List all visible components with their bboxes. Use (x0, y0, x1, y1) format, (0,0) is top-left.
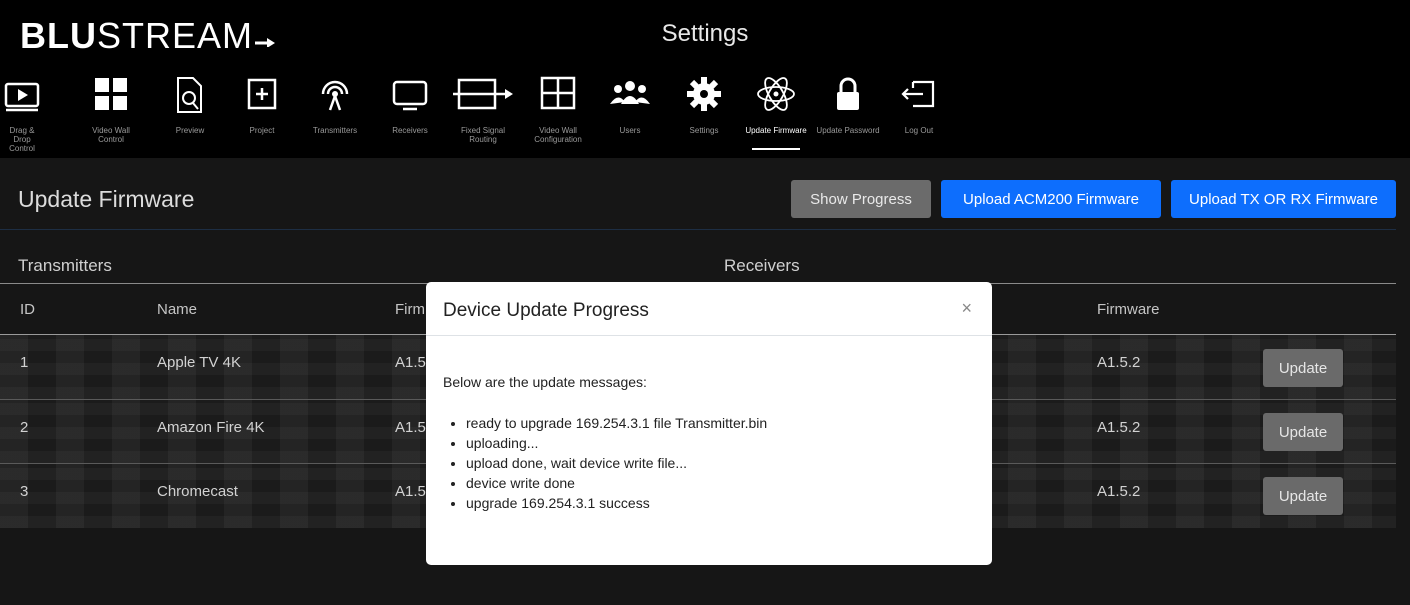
update-message: upgrade 169.254.3.1 success (466, 493, 767, 513)
nav-item-update-password[interactable]: Update Password (816, 70, 880, 158)
nav-item-update-firmware[interactable]: Update Firmware (744, 70, 808, 158)
grid-window-icon (538, 74, 578, 121)
update-message: uploading... (466, 433, 767, 453)
lock-icon (830, 74, 866, 121)
rx-firmware-cell: A1.5.2 (1097, 354, 1141, 371)
rx-firmware-cell: A1.5.2 (1097, 483, 1141, 500)
monitor-icon (390, 74, 430, 121)
column-header-rx-firmware: Firmware (1097, 301, 1160, 318)
nav-label: Update Password (816, 126, 880, 135)
column-header-id: ID (20, 301, 35, 318)
nav-item-settings[interactable]: Settings (676, 70, 732, 158)
nav-label: Update Firmware (745, 126, 807, 135)
update-message: device write done (466, 473, 767, 493)
nav-item-video-wall-control[interactable]: Video Wall Control (86, 70, 136, 158)
tx-name-cell: Apple TV 4K (157, 354, 241, 371)
logout-icon (899, 74, 939, 121)
document-search-icon (173, 74, 207, 121)
modal-divider (426, 335, 992, 336)
tx-firmware-cell: A1.5 (395, 483, 426, 500)
tx-id-cell: 2 (20, 419, 29, 436)
nav-item-project[interactable]: Project (238, 70, 286, 158)
nav-item-video-wall-configuration[interactable]: Video Wall Configuration (520, 70, 596, 158)
gear-icon (684, 74, 724, 121)
update-message: ready to upgrade 169.254.3.1 file Transm… (466, 413, 767, 433)
nav-item-receivers[interactable]: Receivers (380, 70, 440, 158)
nav-item-transmitters[interactable]: Transmitters (300, 70, 370, 158)
nav-label: Users (619, 126, 641, 135)
nav-item-users[interactable]: Users (600, 70, 660, 158)
receivers-title: Receivers (724, 256, 800, 275)
page-heading: Settings (661, 20, 749, 47)
tx-id-cell: 1 (20, 354, 29, 371)
update-message: upload done, wait device write file... (466, 453, 767, 473)
nav-label: Log Out (904, 126, 934, 135)
plus-box-icon (244, 74, 280, 121)
tx-firmware-cell: A1.5 (395, 354, 426, 371)
video-wall-grid-icon (91, 74, 131, 121)
modal-intro-text: Below are the update messages: (443, 374, 647, 390)
nav-item-log-out[interactable]: Log Out (894, 70, 944, 158)
page-title: Update Firmware (18, 186, 195, 212)
main-nav: Drag & Drop Control Video Wall Control P… (0, 70, 960, 158)
upload-tx-rx-firmware-button[interactable]: Upload TX OR RX Firmware (1171, 180, 1396, 218)
nav-label: Drag & Drop Control (9, 126, 35, 153)
atom-icon (754, 74, 798, 123)
top-bar: BLU STREAM Settings Drag & Drop Control V… (0, 0, 1410, 158)
nav-label: Video Wall Configuration (534, 126, 582, 144)
play-screen-icon (3, 74, 41, 119)
nav-item-drag-drop-control[interactable]: Drag & Drop Control (0, 70, 44, 158)
tx-firmware-cell: A1.5 (395, 419, 426, 436)
update-messages-list: ready to upgrade 169.254.3.1 file Transm… (466, 413, 767, 513)
column-header-name: Name (157, 301, 198, 318)
routing-arrow-icon (451, 74, 515, 121)
nav-label: Preview (175, 126, 205, 135)
nav-label: Settings (689, 126, 719, 135)
update-button[interactable]: Update (1263, 413, 1343, 451)
modal-title: Device Update Progress (443, 300, 649, 321)
nav-item-preview[interactable]: Preview (165, 70, 215, 158)
rx-firmware-cell: A1.5.2 (1097, 419, 1141, 436)
update-button[interactable]: Update (1263, 349, 1343, 387)
transmitters-title: Transmitters (18, 256, 112, 275)
update-button[interactable]: Update (1263, 477, 1343, 515)
nav-label: Transmitters (312, 126, 358, 135)
tx-name-cell: Amazon Fire 4K (157, 419, 265, 436)
tx-id-cell: 3 (20, 483, 29, 500)
users-icon (607, 74, 653, 121)
tx-name-cell: Chromecast (157, 483, 238, 500)
active-indicator (752, 148, 800, 150)
nav-label: Video Wall Control (92, 126, 130, 144)
nav-item-fixed-signal-routing[interactable]: Fixed Signal Routing (448, 70, 518, 158)
close-icon[interactable]: × (961, 298, 972, 319)
column-header-firmware: Firm (395, 301, 425, 318)
nav-label: Receivers (392, 126, 428, 135)
device-update-progress-modal: Device Update Progress × Below are the u… (426, 282, 992, 565)
header-divider (0, 229, 1396, 230)
upload-acm200-firmware-button[interactable]: Upload ACM200 Firmware (941, 180, 1161, 218)
nav-label: Fixed Signal Routing (460, 126, 506, 144)
antenna-icon (315, 74, 355, 121)
show-progress-button[interactable]: Show Progress (791, 180, 931, 218)
nav-label: Project (249, 126, 275, 135)
